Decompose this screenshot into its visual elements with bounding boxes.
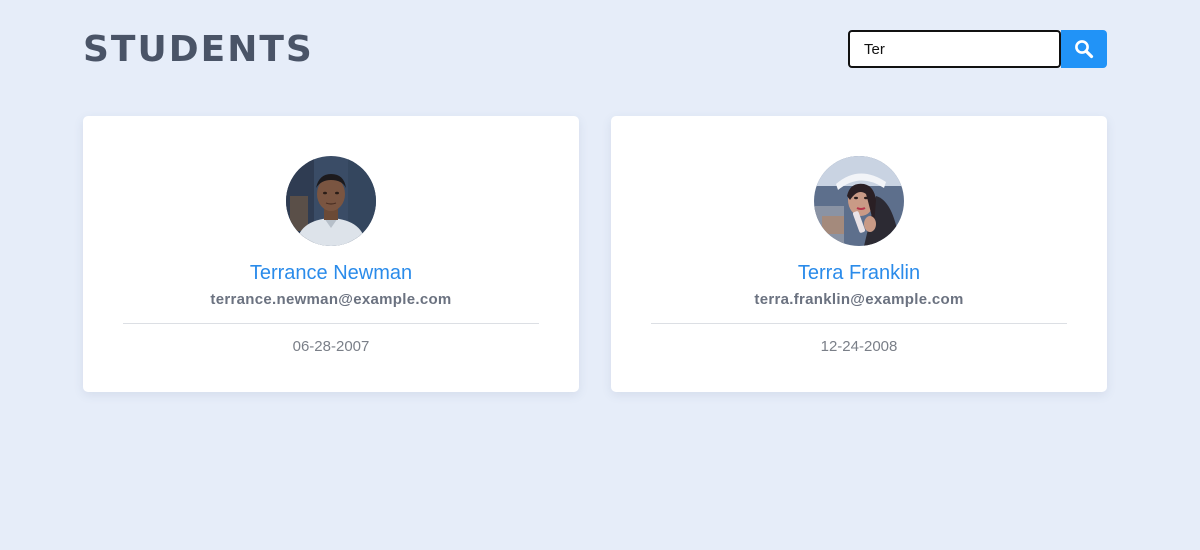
search-button[interactable] bbox=[1061, 30, 1107, 68]
avatar bbox=[286, 156, 376, 246]
search-icon bbox=[1075, 40, 1094, 59]
student-name[interactable]: Terrance Newman bbox=[83, 260, 579, 286]
student-date: 06-28-2007 bbox=[292, 338, 370, 355]
avatar bbox=[814, 156, 904, 246]
student-email: terrance.newman@example.com bbox=[210, 291, 452, 308]
card-divider bbox=[123, 323, 539, 324]
student-email: terra.franklin@example.com bbox=[754, 291, 964, 308]
student-card: Terra Franklin terra.franklin@example.co… bbox=[611, 116, 1107, 392]
student-name[interactable]: Terra Franklin bbox=[611, 260, 1107, 286]
search-form bbox=[848, 30, 1107, 68]
card-divider bbox=[651, 323, 1067, 324]
page-title: STUDENTS bbox=[83, 29, 314, 70]
student-card: Terrance Newman terrance.newman@example.… bbox=[83, 116, 579, 392]
search-input[interactable] bbox=[848, 30, 1061, 68]
student-date: 12-24-2008 bbox=[820, 338, 898, 355]
